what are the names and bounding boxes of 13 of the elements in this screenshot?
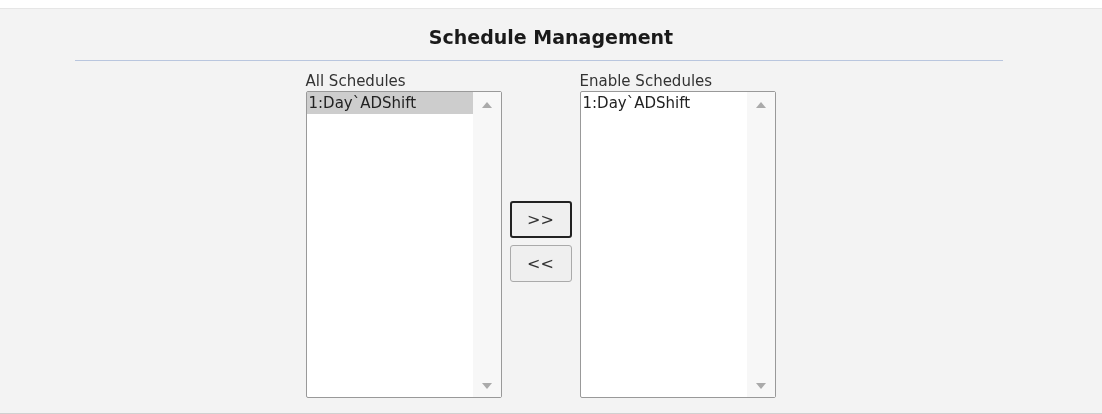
list-item[interactable]: 1:Day`ADShift — [306, 92, 473, 114]
scroll-down-icon[interactable] — [755, 383, 766, 389]
scroll-down-icon[interactable] — [481, 383, 492, 389]
list-label: All Schedules — [305, 71, 407, 91]
page-title: Schedule Management — [428, 26, 674, 48]
schedule-listbox[interactable]: 1:Day`ADShift — [579, 91, 776, 398]
list-item[interactable]: 1:Day`ADShift — [580, 92, 747, 114]
list-label: Enable Schedules — [579, 71, 714, 91]
move-button[interactable]: >> — [509, 201, 572, 238]
scroll-up-icon[interactable] — [755, 102, 766, 108]
scroll-up-icon[interactable] — [481, 102, 492, 108]
move-button[interactable]: << — [509, 245, 572, 282]
schedule-listbox[interactable]: 1:Day`ADShift — [305, 91, 502, 398]
